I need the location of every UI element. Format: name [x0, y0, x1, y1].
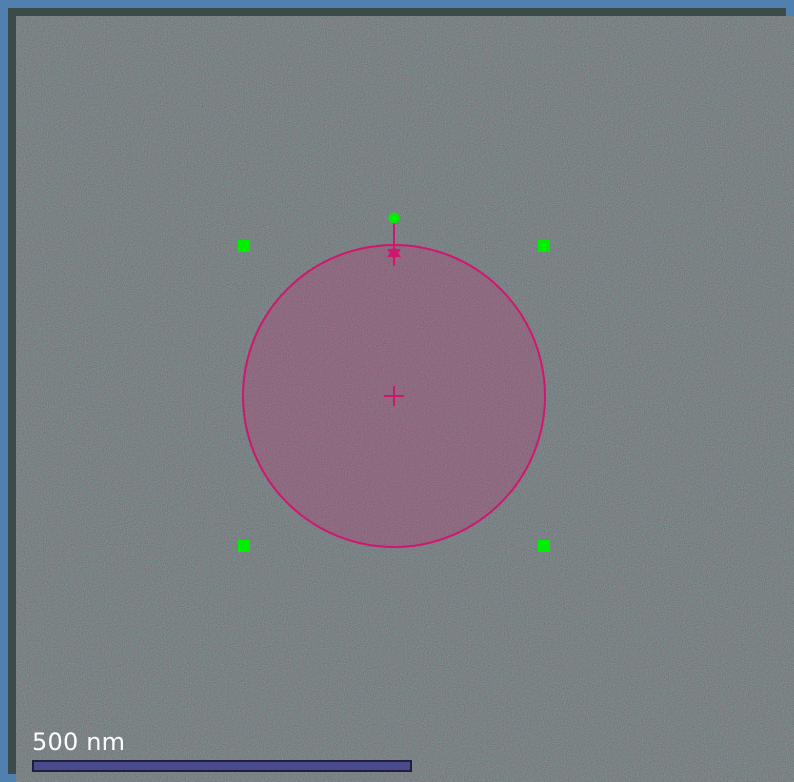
- resize-handle-bottom-left[interactable]: [238, 540, 250, 552]
- micrograph-canvas[interactable]: [16, 16, 794, 782]
- scale-bar: [32, 760, 412, 772]
- resize-handle-bottom-right[interactable]: [538, 540, 550, 552]
- rotate-handle-icon[interactable]: [388, 212, 400, 224]
- scale-bar-label: 500 nm: [32, 728, 126, 756]
- resize-handle-top-left[interactable]: [238, 240, 250, 252]
- resize-handle-top-right[interactable]: [538, 240, 550, 252]
- image-viewport[interactable]: 500 nm: [16, 16, 794, 782]
- image-viewer-frame: 500 nm: [0, 0, 794, 782]
